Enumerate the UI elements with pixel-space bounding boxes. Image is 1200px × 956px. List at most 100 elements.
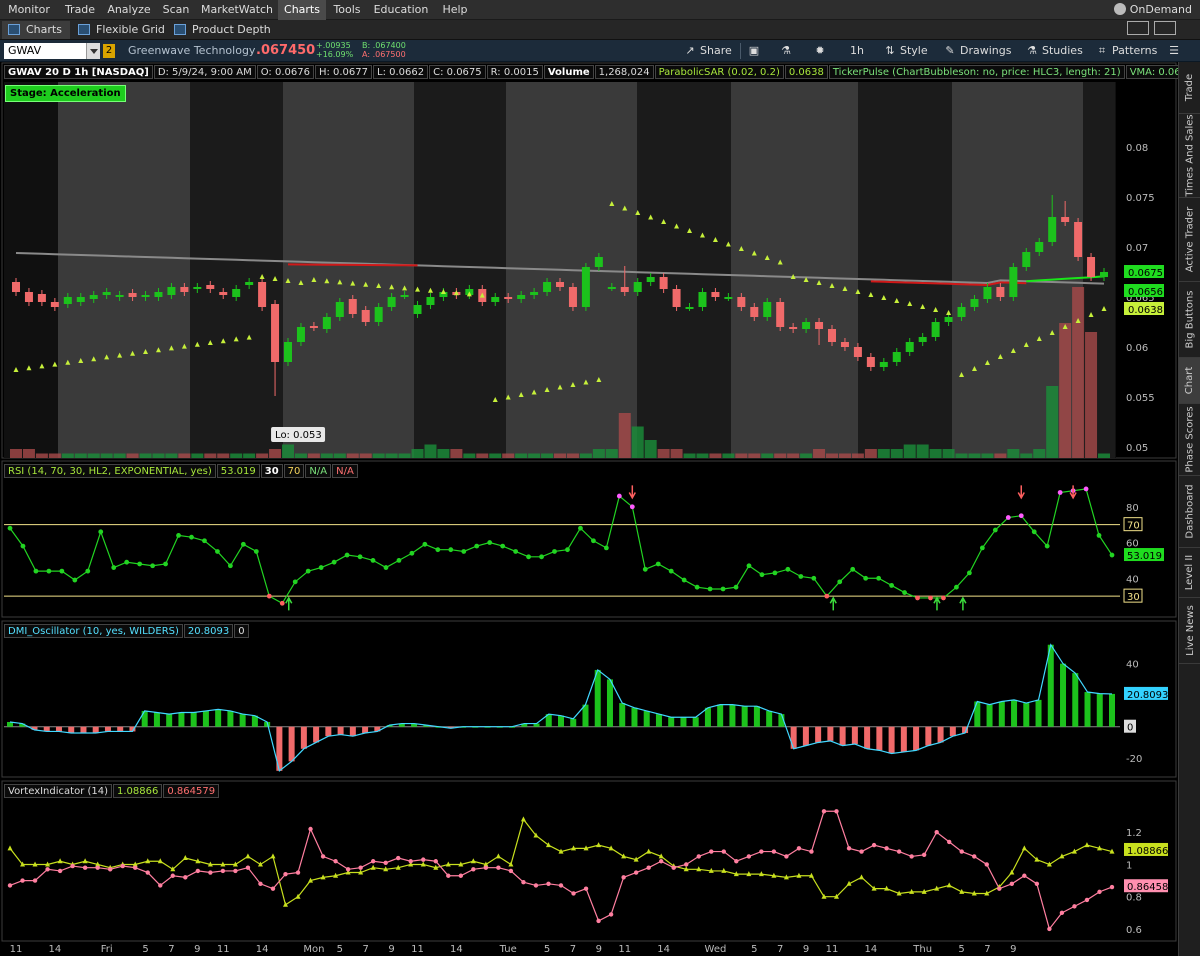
- sidebar-tab-level-ii[interactable]: Level II: [1179, 548, 1200, 598]
- vortex-header: VortexIndicator (14) 1.08866 0.864579: [4, 784, 220, 798]
- dmi-histogram-bar: [986, 704, 993, 727]
- menu-help[interactable]: Help: [434, 0, 476, 20]
- snapshot-button[interactable]: ▣: [744, 42, 760, 60]
- dmi-histogram-bar: [1096, 693, 1103, 727]
- rsi-point: [1005, 515, 1011, 520]
- change-value: +.00935: [316, 41, 351, 50]
- candle-body: [50, 302, 59, 307]
- vortex-neg-point: [746, 854, 752, 859]
- vortex-neg-point: [20, 878, 25, 883]
- rsi-point: [331, 559, 337, 565]
- vortex-neg-point: [383, 860, 388, 866]
- time-axis-label: Tue: [499, 944, 517, 955]
- menu-trade[interactable]: Trade: [58, 0, 102, 20]
- vortex-neg-point: [646, 865, 651, 870]
- volume-bar: [735, 453, 748, 458]
- studies-button[interactable]: ⚗ Studies: [1022, 42, 1083, 60]
- dmi-histogram-bar: [202, 710, 209, 727]
- link-group-badge[interactable]: 2: [103, 44, 115, 58]
- drawings-button[interactable]: ✎ Drawings: [940, 42, 1011, 60]
- menu-tools[interactable]: Tools: [326, 0, 368, 20]
- symbol-input[interactable]: GWAV: [4, 43, 100, 59]
- tab-product-depth[interactable]: Product Depth: [168, 21, 279, 39]
- sidebar-tab-trade[interactable]: Trade: [1179, 62, 1200, 114]
- style-icon: ⇅: [885, 44, 895, 57]
- settings-button[interactable]: ✹: [810, 42, 826, 60]
- candle-body: [245, 282, 254, 285]
- chart-area[interactable]: 0.08 0.075 0.07 0.065 0.06 0.055 0.05 Lo: 0.053…: [0, 62, 1198, 956]
- vortex-panel-frame: [1, 780, 1177, 942]
- vortex-neg-point: [934, 830, 939, 835]
- sidebar-tab-chart[interactable]: Chart: [1179, 358, 1200, 404]
- volume-bar: [74, 453, 87, 458]
- rsi-point: [7, 525, 13, 531]
- volume-bar: [10, 449, 22, 458]
- share-button[interactable]: ↗ Share: [680, 42, 731, 60]
- vortex-neg-point: [884, 846, 889, 851]
- chevron-down-icon[interactable]: [86, 43, 100, 59]
- vortex-neg-point: [183, 875, 188, 880]
- menu-charts[interactable]: Charts: [278, 0, 326, 20]
- vortex-neg-point: [320, 854, 326, 859]
- dmi-histogram-bar: [851, 726, 858, 745]
- rsi-point: [292, 579, 298, 585]
- ondemand-button[interactable]: OnDemand: [1113, 0, 1192, 20]
- rsi-point: [603, 545, 609, 551]
- sidebar-tab-active-trader[interactable]: Active Trader: [1179, 198, 1200, 282]
- menu-education[interactable]: Education: [368, 0, 434, 20]
- sidebar-tab-live-news[interactable]: Live News: [1179, 598, 1200, 664]
- volume-bar: [579, 453, 592, 458]
- volume-bar: [670, 449, 683, 458]
- rsi-axis-label: 40: [1126, 574, 1139, 585]
- rsi-point: [811, 575, 817, 581]
- volume-bar: [981, 453, 994, 458]
- candle-body: [1074, 222, 1083, 257]
- dmi-histogram-bar: [913, 726, 920, 751]
- vortex-neg-point: [345, 867, 351, 872]
- candle-body: [750, 307, 759, 317]
- vortex-neg-point: [959, 849, 964, 854]
- chart-menu-button[interactable]: ☰: [1164, 42, 1179, 60]
- vortex-neg-point: [1009, 881, 1015, 887]
- price-tag-text: 0.0656: [1128, 287, 1163, 298]
- menu-analyze[interactable]: Analyze: [102, 0, 156, 20]
- vortex-neg-point: [1072, 904, 1077, 909]
- chart-canvas[interactable]: 0.080.0750.070.0650.060.0550.05Lo: 0.053…: [0, 62, 1178, 956]
- rsi-point: [798, 574, 804, 579]
- menu-scan[interactable]: Scan: [156, 0, 196, 20]
- candle-body: [89, 295, 98, 299]
- candle-body: [931, 322, 940, 337]
- menu-monitor[interactable]: Monitor: [0, 0, 58, 20]
- timeframe-button[interactable]: 1h: [846, 42, 864, 60]
- sidebar-tab-times-and-sales[interactable]: Times And Sales: [1179, 114, 1200, 198]
- candle-body: [348, 299, 357, 314]
- sidebar-tab-big-buttons[interactable]: Big Buttons: [1179, 282, 1200, 358]
- dmi-histogram-bar: [888, 726, 895, 754]
- rsi-point: [240, 541, 246, 547]
- layout-grid-icon[interactable]: [1154, 21, 1176, 35]
- volume-bar: [774, 453, 787, 458]
- vortex-neg-point: [972, 854, 977, 859]
- tab-charts[interactable]: Charts: [2, 21, 70, 39]
- sidebar-tab-dashboard[interactable]: Dashboard: [1179, 476, 1200, 548]
- volume-bar: [385, 453, 398, 458]
- style-button[interactable]: ⇅ Style: [880, 42, 927, 60]
- menu-marketwatch[interactable]: MarketWatch: [196, 0, 278, 20]
- volume-bar: [1033, 449, 1046, 458]
- rsi-tag-text: 30: [1127, 592, 1140, 603]
- candle-body: [789, 327, 798, 329]
- tab-flexible-grid[interactable]: Flexible Grid: [72, 21, 173, 39]
- layout-single-icon[interactable]: [1127, 21, 1149, 35]
- flask-button[interactable]: ⚗: [776, 42, 792, 60]
- vortex-neg-point: [533, 883, 539, 888]
- patterns-button[interactable]: ⌗ Patterns: [1092, 42, 1157, 60]
- dmi-histogram-bar: [362, 726, 369, 734]
- dmi-panel-frame: [1, 620, 1177, 778]
- dmi-histogram-bar: [619, 703, 626, 727]
- sidebar-tab-phase-scores[interactable]: Phase Scores: [1179, 404, 1200, 476]
- time-axis-label: 9: [1010, 944, 1016, 955]
- candle-body: [426, 297, 435, 305]
- vortex-neg-point: [608, 912, 614, 917]
- vortex-neg-point: [370, 859, 376, 864]
- dmi-value: 20.8093: [183, 624, 234, 638]
